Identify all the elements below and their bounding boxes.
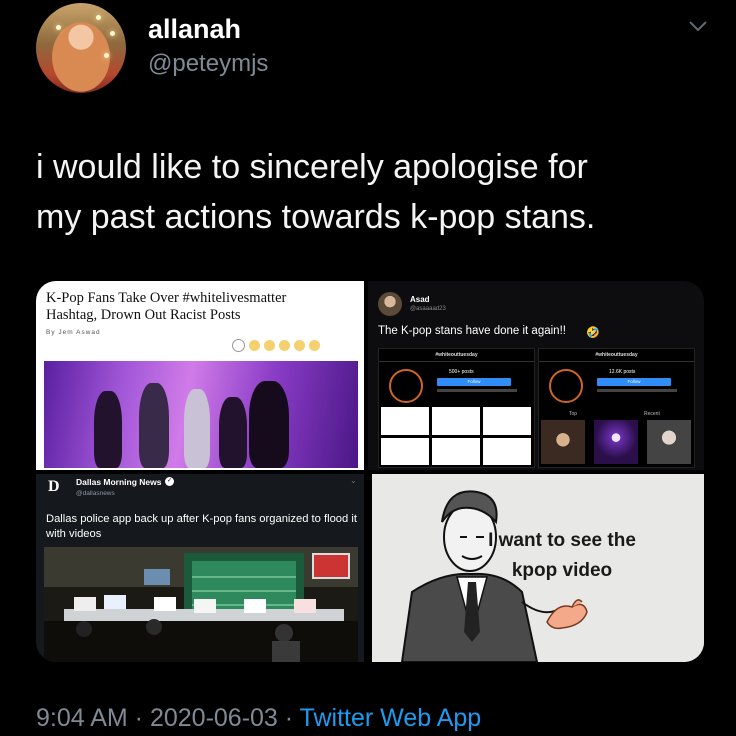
tweet-timestamp: 9:04 AM · 2020-06-03 · Twitter Web App xyxy=(36,704,481,733)
laughing-emoji-icon: 🤣 xyxy=(586,327,600,339)
avatar-light xyxy=(96,15,101,20)
news-account-name: Dallas Morning News xyxy=(76,477,162,487)
user-handle[interactable]: @peteymjs xyxy=(148,50,268,78)
tweet-text-line: my past actions towards k-pop stans. xyxy=(36,198,596,236)
media-grid: K-Pop Fans Take Over #whitelivesmatter H… xyxy=(36,281,704,662)
hashtag-caption xyxy=(437,389,517,392)
media-news-tweet[interactable]: D Dallas Morning News ✓ @dallasnews ⌄ Da… xyxy=(36,474,364,662)
display-name[interactable]: allanah xyxy=(148,14,241,45)
avatar-light xyxy=(56,25,61,30)
article-title: K-Pop Fans Take Over #whitelivesmatter H… xyxy=(46,290,356,324)
dancer-silhouette xyxy=(139,383,169,468)
follow-button: Follow xyxy=(597,378,671,386)
article-byline: By Jem Aswad xyxy=(46,329,101,336)
news-tweet-text: Dallas police app back up after K-pop fa… xyxy=(46,513,357,540)
tweet-time[interactable]: 9:04 AM xyxy=(36,704,128,732)
hashtag-title: #whiteouttuesday xyxy=(379,349,534,362)
article-title-line: K-Pop Fans Take Over #whitelivesmatter xyxy=(46,290,287,306)
finger-heart-hand-icon xyxy=(546,599,588,630)
embedded-text: The K-pop stans have done it again!! xyxy=(378,325,566,337)
share-buttons xyxy=(232,338,320,352)
embedded-name: Asad xyxy=(410,295,430,304)
post-count: 12.6K posts xyxy=(609,369,636,375)
user-avatar[interactable] xyxy=(36,3,126,93)
dancer-silhouette xyxy=(249,381,289,468)
twitter-icon xyxy=(264,339,275,351)
hashtag-profile-right: #whiteouttuesday 12.6K posts Follow Top … xyxy=(538,348,695,468)
media-article-screenshot[interactable]: K-Pop Fans Take Over #whitelivesmatter H… xyxy=(36,281,364,470)
kpop-thumbnail xyxy=(594,420,638,464)
meme-caption-line: kpop video xyxy=(511,560,613,581)
comment-icon xyxy=(232,338,245,352)
reddit-icon xyxy=(279,339,290,351)
dallas-news-logo: D xyxy=(48,478,60,495)
kpop-thumbnail xyxy=(647,420,691,464)
follow-button: Follow xyxy=(437,378,511,386)
meme-caption-line: I want to see the xyxy=(488,530,636,551)
white-post xyxy=(432,438,480,465)
media-meme[interactable]: I want to see the kpop video xyxy=(372,474,704,662)
white-post xyxy=(381,407,429,435)
news-account-handle: @dallasnews xyxy=(76,490,115,497)
hashtag-caption xyxy=(597,389,677,392)
chevron-down-icon: ⌄ xyxy=(350,476,357,485)
dancer-silhouette xyxy=(94,391,122,468)
post-count: 500+ posts xyxy=(449,369,474,375)
kpop-performance-photo xyxy=(44,361,358,468)
police-control-room-photo xyxy=(44,547,358,662)
tweet-date[interactable]: 2020-06-03 xyxy=(150,704,278,732)
hashtag-avatar xyxy=(389,369,423,403)
meme-caption: I want to see the kpop video xyxy=(452,526,672,586)
avatar-light xyxy=(104,53,109,58)
white-post xyxy=(483,407,531,435)
separator: · xyxy=(127,704,150,732)
tab-top: Top xyxy=(569,411,578,417)
separator: · xyxy=(277,704,300,732)
dancer-silhouette xyxy=(219,397,247,468)
kpop-thumbnail xyxy=(541,420,585,464)
tweet-text: i would like to sincerely apologise for … xyxy=(36,142,716,242)
hashtag-avatar xyxy=(549,369,583,403)
white-post xyxy=(381,438,429,465)
chevron-down-icon[interactable] xyxy=(686,14,710,38)
more-icon xyxy=(309,339,320,351)
avatar-light xyxy=(110,31,115,36)
tab-recent: Recent xyxy=(644,411,660,417)
embedded-handle: @asaaaad23 xyxy=(410,306,446,312)
verified-badge-icon: ✓ xyxy=(165,477,174,486)
source-app-link[interactable]: Twitter Web App xyxy=(300,704,482,732)
dancer-silhouette xyxy=(184,389,210,468)
hashtag-title: #whiteouttuesday xyxy=(539,349,694,362)
email-icon xyxy=(294,339,305,351)
white-post xyxy=(483,438,531,465)
embedded-avatar xyxy=(378,292,402,316)
hashtag-profile-left: #whiteouttuesday 500+ posts Follow xyxy=(378,348,535,468)
facebook-icon xyxy=(249,339,260,351)
white-post xyxy=(432,407,480,435)
tweet-text-line: i would like to sincerely apologise for xyxy=(36,148,588,186)
article-title-line: Hashtag, Drown Out Racist Posts xyxy=(46,307,241,323)
media-embedded-tweet[interactable]: Asad @asaaaad23 The K-pop stans have don… xyxy=(368,281,704,470)
